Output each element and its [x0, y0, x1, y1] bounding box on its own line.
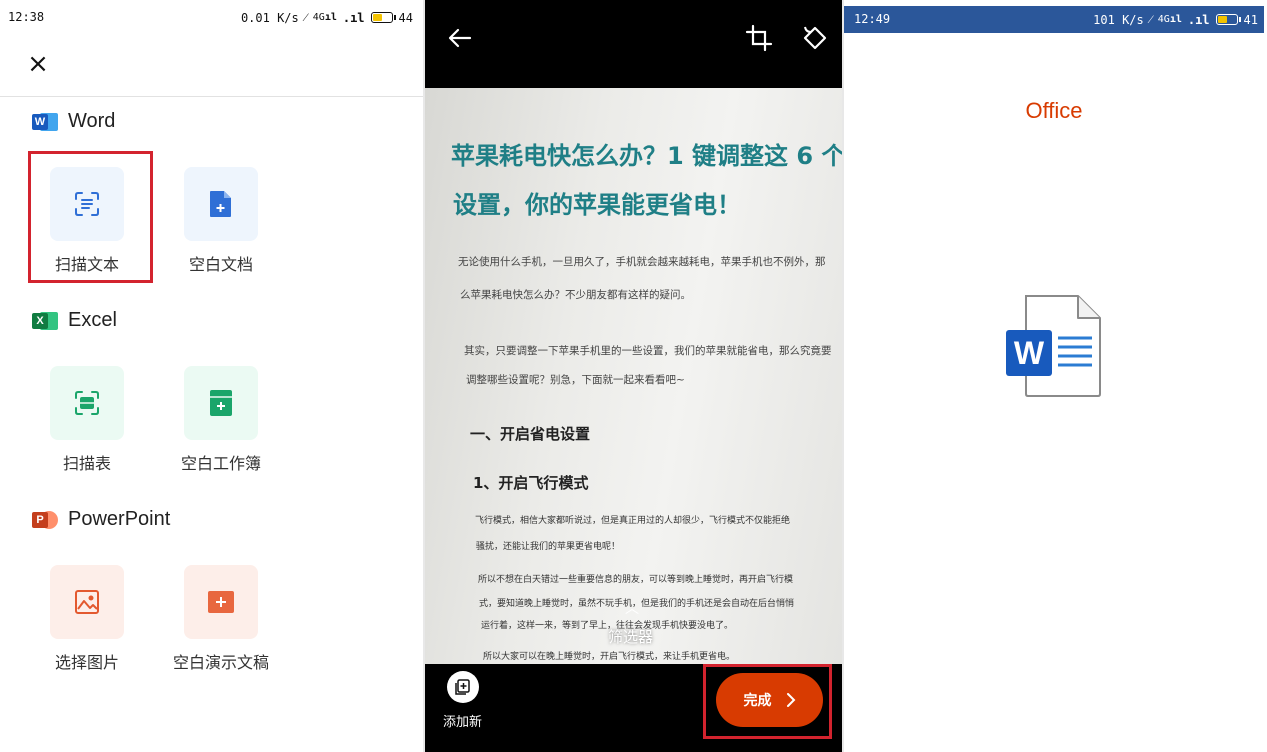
doc-paragraph: 所以大家可以在晚上睡觉时，开启飞行模式，来让手机更省电。	[483, 652, 736, 662]
blank-document-icon	[210, 191, 231, 217]
status-indicators: 0.01 K/s ⁄ 4Gıl .ıl 44	[241, 10, 413, 25]
back-arrow-icon[interactable]	[445, 23, 475, 53]
signal-4g-icon: 4Gıl	[1157, 14, 1182, 25]
word-document-icon: W	[1006, 295, 1101, 397]
network-speed: 0.01 K/s	[240, 10, 299, 25]
close-button[interactable]: ×	[24, 50, 52, 78]
signal-icon: .ıl	[342, 10, 365, 25]
excel-section-header: X Excel	[32, 309, 117, 332]
powerpoint-section-title: PowerPoint	[68, 508, 171, 530]
highlight-box	[703, 664, 832, 739]
scanned-document-preview[interactable]: 苹果耗电快怎么办？1 键调整这 6 个 设置，你的苹果能更省电！ 无论使用什么手…	[425, 88, 842, 664]
excel-logo-icon: X	[32, 310, 58, 332]
doc-heading: 1、开启飞行模式	[473, 474, 589, 492]
word-doc-letter: W	[1014, 335, 1045, 371]
blank-presentation-label: 空白演示文稿	[172, 653, 269, 672]
choose-image-label: 选择图片	[54, 653, 119, 672]
network-speed: 101 K/s	[1093, 12, 1144, 27]
mute-icon: ⁄	[1149, 12, 1152, 26]
battery-level: 44	[398, 10, 413, 25]
choose-image-icon	[75, 590, 99, 614]
doc-heading: 一、开启省电设置	[470, 425, 591, 443]
filter-button[interactable]: 筛选器	[608, 626, 653, 647]
blank-presentation-button[interactable]	[184, 565, 258, 639]
status-time: 12:38	[8, 10, 45, 24]
chevron-up-icon[interactable]: ︿	[625, 598, 639, 618]
word-logo-icon: W	[32, 111, 58, 133]
blank-document-label: 空白文档	[188, 255, 253, 274]
scan-table-button[interactable]	[50, 366, 124, 440]
office-splash-panel: 12:49 101 K/s ⁄ 4Gıl .ıl 41 Office W	[844, 0, 1267, 752]
scan-crop-panel: 苹果耗电快怎么办？1 键调整这 6 个 设置，你的苹果能更省电！ 无论使用什么手…	[425, 0, 842, 752]
blank-workbook-icon	[210, 390, 232, 416]
blank-workbook-button[interactable]	[184, 366, 258, 440]
word-section-header: W Word	[32, 110, 115, 133]
create-new-panel: 12:38 0.01 K/s ⁄ 4Gıl .ıl 44 × W Word 扫描…	[0, 0, 423, 752]
scan-table-label: 扫描表	[62, 454, 111, 473]
crop-icon[interactable]	[744, 23, 774, 53]
powerpoint-logo-icon: P	[32, 509, 58, 531]
status-time: 12:49	[854, 12, 891, 26]
doc-paragraph: 么苹果耗电快怎么办？不少朋友都有这样的疑问。	[460, 289, 691, 301]
doc-paragraph: 飞行模式，相信大家都听说过，但是真正用过的人却很少，飞行模式不仅能拒绝	[475, 516, 791, 526]
doc-paragraph: 骚扰，还能让我们的苹果更省电呢！	[476, 542, 621, 552]
excel-section-title: Excel	[68, 309, 117, 331]
battery-icon	[370, 12, 396, 23]
signal-4g-icon: 4Gıl	[312, 12, 337, 23]
status-bar: 12:49 101 K/s ⁄ 4Gıl .ıl 41	[844, 6, 1264, 33]
doc-title-line2: 设置，你的苹果能更省电！	[453, 191, 741, 219]
add-new-page-icon[interactable]	[447, 671, 479, 703]
top-toolbar	[425, 0, 842, 88]
word-section-title: Word	[68, 110, 116, 132]
status-bar: 12:38 0.01 K/s ⁄ 4Gıl .ıl 44	[0, 0, 423, 34]
divider	[0, 96, 423, 97]
rotate-icon[interactable]	[800, 23, 830, 53]
scan-table-icon	[75, 391, 99, 415]
doc-paragraph: 无论使用什么手机，一旦用久了，手机就会越来越耗电，苹果手机也不例外，那	[458, 256, 826, 268]
powerpoint-section-header: P PowerPoint	[32, 508, 170, 531]
blank-presentation-icon	[208, 591, 234, 613]
blank-workbook-label: 空白工作簿	[180, 454, 261, 473]
doc-paragraph: 其实，只要调整一下苹果手机里的一些设置，我们的苹果就能省电，那么究竟要	[464, 345, 832, 357]
doc-paragraph: 运行着，这样一来，等到了早上，往往会发现手机快要没电了。	[481, 621, 734, 631]
office-title: Office	[1025, 98, 1083, 123]
add-new-label[interactable]: 添加新	[443, 711, 482, 730]
battery-icon	[1215, 14, 1241, 25]
blank-document-button[interactable]	[184, 167, 258, 241]
status-indicators: 101 K/s ⁄ 4Gıl .ıl 41	[1093, 12, 1258, 27]
signal-icon: .ıl	[1187, 12, 1210, 27]
doc-paragraph: 所以不想在白天错过一些重要信息的朋友，可以等到晚上睡觉时，再开启飞行模	[478, 575, 794, 585]
highlight-box	[28, 151, 153, 283]
doc-paragraph: 调整哪些设置呢？别急，下面就一起来看看吧~	[466, 374, 685, 386]
mute-icon: ⁄	[304, 10, 307, 24]
doc-title-line1: 苹果耗电快怎么办？1 键调整这 6 个	[451, 142, 842, 170]
battery-level: 41	[1243, 12, 1258, 27]
choose-image-button[interactable]	[50, 565, 124, 639]
bottom-toolbar: 添加新 完成	[425, 664, 842, 752]
